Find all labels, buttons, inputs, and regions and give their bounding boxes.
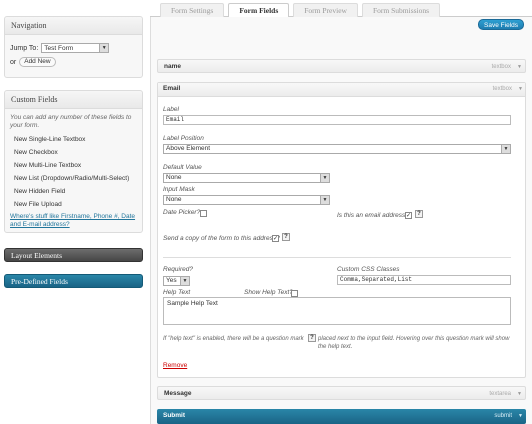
label-position-label: Label Position xyxy=(163,135,204,142)
add-new-button[interactable]: Add New xyxy=(19,57,56,67)
input-mask-select[interactable]: None ▼ xyxy=(163,195,330,205)
required-select[interactable]: Yes ▼ xyxy=(163,276,190,286)
tab-form-settings[interactable]: Form Settings xyxy=(160,3,225,17)
jump-to-value: Test Form xyxy=(44,44,74,52)
predefined-fields-bar[interactable]: Pre-Defined Fields xyxy=(4,274,143,288)
field-title: Submit xyxy=(163,412,186,419)
dropdown-arrow-icon: ▼ xyxy=(99,44,109,52)
label-position-value: Above Element xyxy=(166,145,211,152)
dropdown-arrow-icon: ▼ xyxy=(320,196,329,204)
css-classes-input[interactable]: Comma,Separated,List xyxy=(337,275,511,285)
show-help-text-label: Show Help Text? xyxy=(244,289,293,296)
label-label: Label xyxy=(163,106,179,113)
new-single-line-textbox-button[interactable]: New Single-Line Textbox xyxy=(10,134,137,145)
send-copy-label: Send a copy of the form to this address? xyxy=(163,235,280,242)
tab-form-preview[interactable]: Form Preview xyxy=(293,3,358,17)
field-type-email: textbox xyxy=(492,86,512,92)
label-position-select[interactable]: Above Element ▼ xyxy=(163,144,511,154)
custom-fields-title: Custom Fields xyxy=(5,91,142,109)
css-classes-label: Custom CSS Classes xyxy=(337,266,400,273)
date-picker-label: Date Picker? xyxy=(163,209,201,216)
help-icon[interactable]: ? xyxy=(282,233,290,241)
new-file-upload-button[interactable]: New File Upload xyxy=(10,199,137,210)
new-checkbox-button[interactable]: New Checkbox xyxy=(10,147,137,158)
navigation-title: Navigation xyxy=(5,17,142,35)
field-type: submit xyxy=(494,413,512,419)
is-email-checkbox[interactable]: ✓ xyxy=(405,212,412,219)
required-value: Yes xyxy=(166,277,177,284)
help-icon: ? xyxy=(308,334,316,342)
date-picker-checkbox[interactable] xyxy=(200,210,207,217)
section-divider xyxy=(163,257,511,258)
default-value-label: Default Value xyxy=(163,164,202,171)
save-fields-button[interactable]: Save Fields xyxy=(478,19,524,30)
dropdown-arrow-icon: ▼ xyxy=(501,145,510,153)
field-bar-message[interactable]: Message textarea ▼ xyxy=(157,386,526,400)
jump-to-label: Jump To: xyxy=(10,44,39,52)
help-icon[interactable]: ? xyxy=(415,210,423,218)
predefined-help-link[interactable]: Where's stuff like Firstname, Phone #, D… xyxy=(10,213,137,229)
show-help-text-checkbox[interactable] xyxy=(291,290,298,297)
field-title: name xyxy=(164,63,181,70)
new-multi-line-textbox-button[interactable]: New Multi-Line Textbox xyxy=(10,160,137,171)
field-title-email: Email xyxy=(163,85,181,92)
collapse-arrow-icon[interactable]: ▼ xyxy=(518,409,523,423)
new-list-button[interactable]: New List (Dropdown/Radio/Multi-Select) xyxy=(10,173,137,184)
input-mask-value: None xyxy=(166,196,182,203)
help-note-part2: placed next to the input field. Hovering… xyxy=(318,336,510,350)
remove-link[interactable]: Remove xyxy=(163,362,187,369)
is-email-label: Is this an email address? xyxy=(337,212,409,219)
custom-fields-description: You can add any number of these fields t… xyxy=(10,114,132,129)
collapse-arrow-icon[interactable]: ▼ xyxy=(517,60,522,74)
field-title: Message xyxy=(164,390,192,397)
label-input[interactable]: Email xyxy=(163,115,511,125)
tab-form-submissions[interactable]: Form Submissions xyxy=(361,3,441,17)
tab-bar: Form Settings Form Fields Form Preview F… xyxy=(160,3,441,18)
field-bar-submit[interactable]: Submit submit ▼ xyxy=(157,409,526,424)
new-hidden-field-button[interactable]: New Hidden Field xyxy=(10,186,137,197)
navigation-panel: Navigation Jump To: Test Form ▼ or Add N… xyxy=(4,16,143,78)
field-type: textbox xyxy=(491,64,511,70)
collapse-arrow-icon[interactable]: ▼ xyxy=(517,387,522,401)
help-text-label: Help Text xyxy=(163,289,191,296)
help-text-textarea[interactable]: Sample Help Text xyxy=(163,297,511,325)
custom-fields-panel: Custom Fields You can add any number of … xyxy=(4,90,143,233)
required-label: Required? xyxy=(163,266,193,273)
field-bar-email[interactable] xyxy=(158,83,525,97)
default-value-value: None xyxy=(166,174,182,181)
dropdown-arrow-icon: ▼ xyxy=(180,277,189,285)
collapse-arrow-icon[interactable]: ▼ xyxy=(518,82,523,96)
dropdown-arrow-icon: ▼ xyxy=(320,174,329,182)
or-label: or xyxy=(10,58,17,66)
field-panel-email xyxy=(157,82,526,378)
default-value-select[interactable]: None ▼ xyxy=(163,173,330,183)
jump-to-select[interactable]: Test Form ▼ xyxy=(41,43,110,53)
tab-form-fields[interactable]: Form Fields xyxy=(228,3,290,18)
help-note-part1: If "help text" is enabled, there will be… xyxy=(163,336,304,342)
layout-elements-bar[interactable]: Layout Elements xyxy=(4,248,143,262)
send-copy-checkbox[interactable]: ✓ xyxy=(272,235,279,242)
field-bar-name[interactable]: name textbox ▼ xyxy=(157,59,526,73)
field-type: textarea xyxy=(489,391,511,397)
input-mask-label: Input Mask xyxy=(163,186,195,193)
